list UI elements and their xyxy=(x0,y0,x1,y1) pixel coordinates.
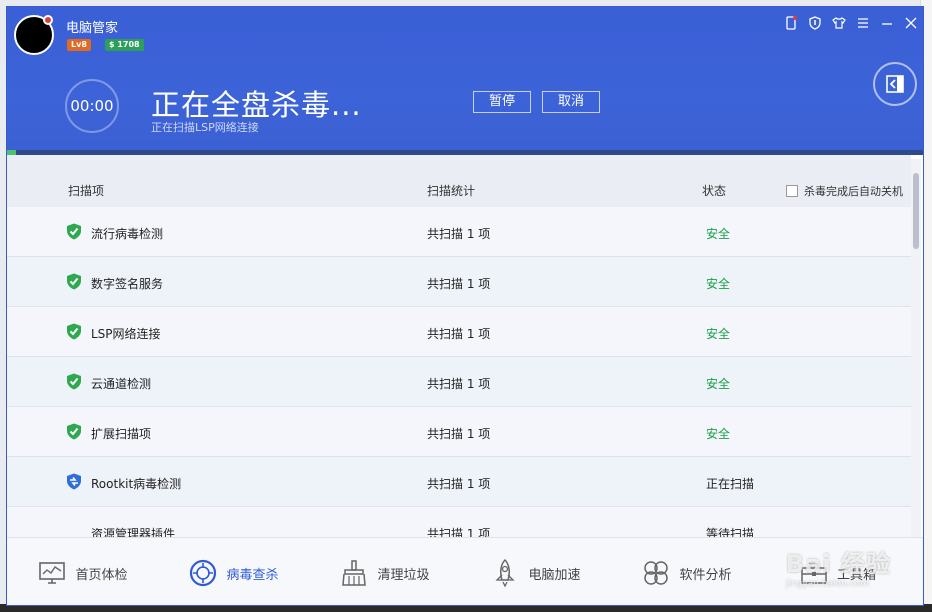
nav-label: 清理垃圾 xyxy=(377,567,430,583)
nav-label: 首页体检 xyxy=(75,567,128,583)
scan-item-status: 安全 xyxy=(706,427,731,441)
header: 电脑管家 Lv8 $ 1708 00:00 正在全盘杀毒... 正在扫描LSP网… xyxy=(7,7,923,153)
rocket-icon xyxy=(495,558,516,588)
auto-shutdown-checkbox[interactable] xyxy=(786,185,798,197)
scan-status-subtitle: 正在扫描LSP网络连接 xyxy=(151,121,259,134)
menu-icon[interactable] xyxy=(855,15,871,31)
scan-item-status: 等待扫描 xyxy=(706,527,755,537)
monitor-icon xyxy=(39,562,66,584)
virus-scan-icon xyxy=(190,559,217,587)
check-shield-icon xyxy=(66,373,82,390)
shield-icon[interactable] xyxy=(807,15,823,31)
scan-item-count: 共扫描 1 项 xyxy=(427,427,491,441)
scan-item-name: 资源管理器插件 xyxy=(91,527,176,537)
column-header-status: 状态 xyxy=(702,184,727,198)
watermark-brand: Bai 经验 xyxy=(785,550,891,578)
coin-badge[interactable]: $ 1708 xyxy=(105,39,144,51)
check-shield-icon xyxy=(66,323,82,340)
table-row: 扩展扫描项 共扫描 1 项 安全 xyxy=(7,407,911,457)
scan-item-name: 数字签名服务 xyxy=(91,277,164,291)
notification-dot xyxy=(43,15,53,25)
scan-item-count: 共扫描 1 项 xyxy=(427,377,491,391)
scan-item-count: 共扫描 1 项 xyxy=(427,527,491,537)
scan-item-status: 安全 xyxy=(706,377,731,391)
list-scrollbar[interactable] xyxy=(911,159,921,537)
column-header-item: 扫描项 xyxy=(68,184,105,198)
scroll-thumb[interactable] xyxy=(913,173,919,249)
scan-item-status: 安全 xyxy=(706,227,731,241)
auto-shutdown-label: 杀毒完成后自动关机 xyxy=(804,185,903,198)
exit-panel-icon xyxy=(886,75,904,93)
scan-timer: 00:00 xyxy=(65,79,119,133)
check-shield-icon xyxy=(66,223,82,240)
scan-item-status: 安全 xyxy=(706,327,731,341)
table-row: 数字签名服务 共扫描 1 项 安全 xyxy=(7,257,911,307)
scan-items-list: 流行病毒检测 共扫描 1 项 安全 数字签名服务 共扫描 1 项 安全 LSP网… xyxy=(7,207,911,537)
watermark-url: jingyan.baidu.com xyxy=(785,579,869,589)
skin-shirt-icon[interactable] xyxy=(831,15,847,31)
nav-label: 病毒查杀 xyxy=(226,567,279,583)
nav-label: 电脑加速 xyxy=(528,567,581,583)
check-shield-icon xyxy=(66,273,82,290)
scan-item-name: LSP网络连接 xyxy=(91,327,161,341)
table-row: 资源管理器插件 共扫描 1 项 等待扫描 xyxy=(7,507,911,537)
phone-icon[interactable] xyxy=(783,15,799,31)
cancel-button[interactable]: 取消 xyxy=(542,91,600,113)
scan-item-count: 共扫描 1 项 xyxy=(427,227,491,241)
app-title: 电脑管家 xyxy=(66,21,119,36)
column-header-stat: 扫描统计 xyxy=(427,184,476,198)
table-row: LSP网络连接 共扫描 1 项 安全 xyxy=(7,307,911,357)
table-header: 扫描项 扫描统计 状态 杀毒完成后自动关机 xyxy=(7,155,911,207)
auto-shutdown-option[interactable]: 杀毒完成后自动关机 xyxy=(786,183,903,199)
scan-item-name: Rootkit病毒检测 xyxy=(91,477,182,491)
scan-item-name: 流行病毒检测 xyxy=(91,227,164,241)
close-icon[interactable] xyxy=(903,15,919,31)
nav-speed-up[interactable]: 电脑加速 xyxy=(460,538,611,605)
scan-status-title: 正在全盘杀毒... xyxy=(151,88,362,122)
table-row: 流行病毒检测 共扫描 1 项 安全 xyxy=(7,207,911,257)
software-icon xyxy=(644,561,669,585)
scan-item-name: 扩展扫描项 xyxy=(91,427,152,441)
baidu-watermark: Bai 经验 jingyan.baidu.com xyxy=(786,544,891,589)
check-shield-icon xyxy=(66,423,82,440)
table-row: 云通道检测 共扫描 1 项 安全 xyxy=(7,357,911,407)
nav-virus-scan[interactable]: 病毒查杀 xyxy=(158,538,309,605)
scan-item-count: 共扫描 1 项 xyxy=(427,327,491,341)
scan-item-status: 安全 xyxy=(706,277,731,291)
scan-item-status: 正在扫描 xyxy=(706,477,755,491)
broom-icon xyxy=(342,560,367,586)
app-window: 电脑管家 Lv8 $ 1708 00:00 正在全盘杀毒... 正在扫描LSP网… xyxy=(6,6,924,606)
table-row: Rootkit病毒检测 共扫描 1 项 正在扫描 xyxy=(7,457,911,507)
nav-label: 软件分析 xyxy=(679,567,732,583)
minimize-icon[interactable] xyxy=(879,15,895,31)
window-controls xyxy=(783,15,919,31)
nav-clean-junk[interactable]: 清理垃圾 xyxy=(309,538,460,605)
scan-item-count: 共扫描 1 项 xyxy=(427,277,491,291)
scan-item-name: 云通道检测 xyxy=(91,377,152,391)
nav-home-checkup[interactable]: 首页体检 xyxy=(7,538,158,605)
pause-button[interactable]: 暂停 xyxy=(473,91,531,113)
level-badge[interactable]: Lv8 xyxy=(67,39,91,51)
collapse-panel-button[interactable] xyxy=(873,62,917,106)
scan-item-count: 共扫描 1 项 xyxy=(427,477,491,491)
scanning-shield-icon xyxy=(66,473,82,490)
nav-software-analysis[interactable]: 软件分析 xyxy=(611,538,762,605)
